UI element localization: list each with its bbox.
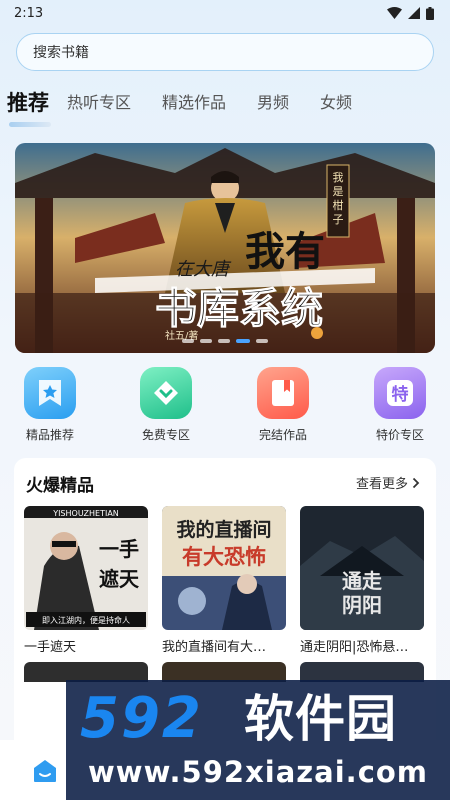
svg-text:柑: 柑 [333, 198, 344, 212]
search-placeholder: 搜索书籍 [33, 45, 89, 61]
shortcut-special-price-label: 特价专区 [375, 428, 424, 442]
category-tabs: 推荐 热听专区 精选作品 男频 女频 [0, 84, 450, 118]
book-item-partial[interactable] [300, 662, 424, 682]
signal-icon [408, 7, 420, 19]
watermark-overlay: 592 软件园 www.592xiazai.com [66, 680, 450, 800]
tab-indicator [9, 122, 51, 127]
see-more-link[interactable]: 查看更多 [356, 473, 420, 492]
book-title: 我的直播间有大… [162, 640, 267, 655]
status-icons [387, 6, 434, 20]
book-cover: 我的直播间 有大恐怖 [162, 506, 286, 630]
star-bookmark-icon [24, 367, 76, 419]
svg-text:通走: 通走 [342, 569, 382, 593]
watermark-url: www.592xiazai.com [88, 755, 429, 789]
book-title: 一手遮天 [24, 640, 77, 655]
tab-selected-works[interactable]: 精选作品 [162, 88, 226, 118]
banner-dot[interactable] [256, 339, 268, 343]
shortcut-special-price[interactable]: 特 特价专区 [355, 367, 445, 443]
status-bar: 2:13 [0, 0, 450, 26]
tab-male[interactable]: 男频 [257, 88, 289, 118]
watermark-number: 592 [80, 686, 203, 751]
banner-dot[interactable] [218, 339, 230, 343]
book-item-partial[interactable] [162, 662, 286, 682]
svg-text:是: 是 [333, 185, 344, 198]
tab-hot-listen[interactable]: 热听专区 [67, 88, 131, 118]
book-cover: 通走 阴阳 [300, 506, 424, 630]
home-tab[interactable] [32, 758, 58, 784]
svg-text:阴阳: 阴阳 [342, 593, 382, 617]
chevron-right-icon [412, 477, 420, 488]
search-input[interactable]: 搜索书籍 [16, 33, 434, 71]
book-item-partial[interactable] [24, 662, 148, 682]
shortcut-free-label: 免费专区 [141, 428, 190, 442]
svg-text:我: 我 [333, 171, 344, 184]
battery-icon [426, 6, 434, 20]
watermark-brand: 软件园 [244, 690, 397, 748]
tab-recommend[interactable]: 推荐 [7, 88, 49, 118]
banner-dot-active[interactable] [236, 339, 250, 343]
svg-text:书库系统: 书库系统 [155, 284, 323, 333]
shortcut-completed-label: 完结作品 [258, 428, 307, 442]
book-item[interactable]: YISHOUZHETIAN 一手 遮天 即入江湖内，便是持命人 一手遮天 [24, 506, 148, 655]
see-more-label: 查看更多 [355, 477, 408, 492]
book-item[interactable]: 我的直播间 有大恐怖 我的直播间有大… [162, 506, 286, 655]
svg-text:遮天: 遮天 [99, 567, 140, 591]
book-title: 通走阴阳|恐怖悬… [300, 640, 409, 655]
svg-text:一手: 一手 [99, 537, 139, 561]
banner-pagination [15, 339, 435, 343]
book-item[interactable]: 通走 阴阳 通走阴阳|恐怖悬… [300, 506, 424, 655]
category-shortcuts: 精品推荐 免费专区 完结作品 特 特价专区 [0, 367, 450, 447]
svg-text:特: 特 [392, 384, 409, 405]
banner-carousel[interactable]: 我 是 柑 子 在大唐 我有 书库系统 社五/著 [15, 143, 435, 353]
svg-text:子: 子 [333, 213, 344, 226]
banner-dot[interactable] [182, 339, 194, 343]
svg-text:我的直播间: 我的直播间 [176, 518, 271, 541]
shortcut-premium-label: 精品推荐 [25, 428, 74, 442]
wifi-icon [387, 7, 402, 19]
svg-text:在大唐: 在大唐 [175, 259, 232, 280]
svg-text:我有: 我有 [245, 228, 325, 275]
shortcut-free[interactable]: 免费专区 [121, 367, 211, 443]
svg-text:即入江湖内，便是持命人: 即入江湖内，便是持命人 [42, 615, 130, 625]
tab-female[interactable]: 女频 [320, 88, 352, 118]
banner-dot[interactable] [200, 339, 212, 343]
banner-image: 我 是 柑 子 在大唐 我有 书库系统 社五/著 [15, 143, 435, 353]
special-price-icon: 特 [374, 367, 426, 419]
section-title: 火爆精品 [26, 476, 94, 496]
svg-text:YISHOUZHETIAN: YISHOUZHETIAN [52, 509, 119, 518]
heart-diamond-icon [140, 367, 192, 419]
shortcut-premium[interactable]: 精品推荐 [5, 367, 95, 443]
svg-text:有大恐怖: 有大恐怖 [182, 544, 266, 569]
shortcut-completed[interactable]: 完结作品 [238, 367, 328, 443]
book-icon [257, 367, 309, 419]
book-cover: YISHOUZHETIAN 一手 遮天 即入江湖内，便是持命人 [24, 506, 148, 630]
home-icon [34, 760, 56, 782]
status-time: 2:13 [14, 5, 44, 21]
